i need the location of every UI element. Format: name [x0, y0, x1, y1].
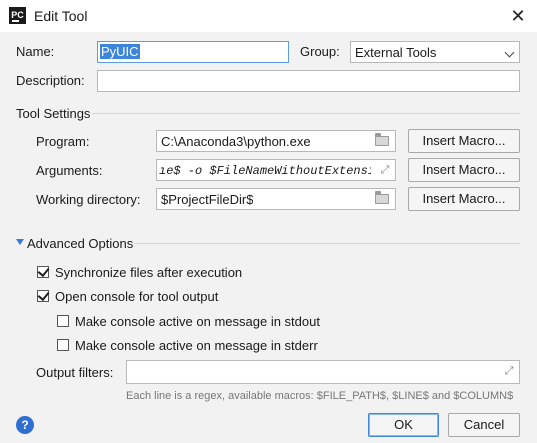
output-filters-label: Output filters: — [36, 365, 114, 380]
title-bar: PC Edit Tool ✕ — [0, 0, 537, 32]
advanced-options-divider — [134, 243, 520, 244]
help-icon[interactable]: ? — [16, 416, 34, 434]
cancel-button[interactable]: Cancel — [448, 413, 520, 437]
tool-settings-header: Tool Settings — [16, 106, 91, 121]
group-select[interactable]: External Tools — [350, 41, 520, 63]
open-console-checkbox[interactable] — [37, 288, 50, 302]
working-directory-input[interactable]: $ProjectFileDir$ — [156, 188, 396, 210]
arguments-input[interactable]: ıe$ -o $FileNameWithoutExtension$.py ⤢ — [156, 159, 396, 181]
working-directory-label: Working directory: — [36, 192, 141, 207]
program-input[interactable]: C:\Anaconda3\python.exe — [156, 130, 396, 152]
active-stdout-label[interactable]: Make console active on message in stdout — [75, 314, 320, 329]
description-label: Description: — [16, 73, 85, 88]
active-stdout-checkbox[interactable] — [57, 315, 69, 327]
insert-macro-working-directory-button[interactable]: Insert Macro... — [408, 187, 520, 211]
output-filters-input[interactable]: ⤢ — [126, 360, 520, 384]
name-input-value: PyUIC — [100, 44, 140, 59]
open-console-label[interactable]: Open console for tool output — [55, 289, 218, 304]
chevron-down-icon — [504, 47, 515, 58]
tool-settings-divider — [92, 113, 520, 114]
pycharm-app-icon: PC — [9, 7, 26, 24]
sync-files-checkbox[interactable] — [37, 264, 50, 278]
advanced-options-header[interactable]: Advanced Options — [27, 236, 133, 251]
name-input[interactable]: PyUIC — [97, 41, 289, 63]
expand-icon[interactable]: ⤢ — [379, 164, 391, 176]
group-select-value: External Tools — [355, 45, 437, 60]
sync-files-label[interactable]: Synchronize files after execution — [55, 265, 242, 280]
description-input[interactable] — [97, 70, 520, 92]
expand-icon[interactable]: ⤢ — [503, 365, 515, 377]
folder-icon[interactable] — [375, 133, 389, 146]
ok-button[interactable]: OK — [368, 413, 439, 437]
name-label: Name: — [16, 44, 55, 59]
checkmark-icon — [37, 288, 50, 302]
insert-macro-arguments-button[interactable]: Insert Macro... — [408, 158, 520, 182]
window-title: Edit Tool — [34, 8, 88, 24]
group-label: Group: — [300, 44, 340, 59]
program-label: Program: — [36, 134, 90, 149]
collapse-triangle-icon[interactable] — [16, 239, 24, 245]
arguments-input-value: ıe$ -o $FileNameWithoutExtension$.py — [159, 164, 371, 178]
working-directory-input-value: $ProjectFileDir$ — [161, 192, 254, 207]
insert-macro-program-button[interactable]: Insert Macro... — [408, 129, 520, 153]
checkmark-icon — [37, 264, 50, 278]
folder-icon[interactable] — [375, 191, 389, 204]
arguments-label: Arguments: — [36, 163, 103, 178]
active-stderr-checkbox[interactable] — [57, 339, 69, 351]
output-filters-hint: Each line is a regex, available macros: … — [126, 390, 514, 402]
active-stderr-label[interactable]: Make console active on message in stderr — [75, 338, 318, 353]
close-icon[interactable]: ✕ — [508, 6, 528, 26]
program-input-value: C:\Anaconda3\python.exe — [161, 134, 311, 149]
